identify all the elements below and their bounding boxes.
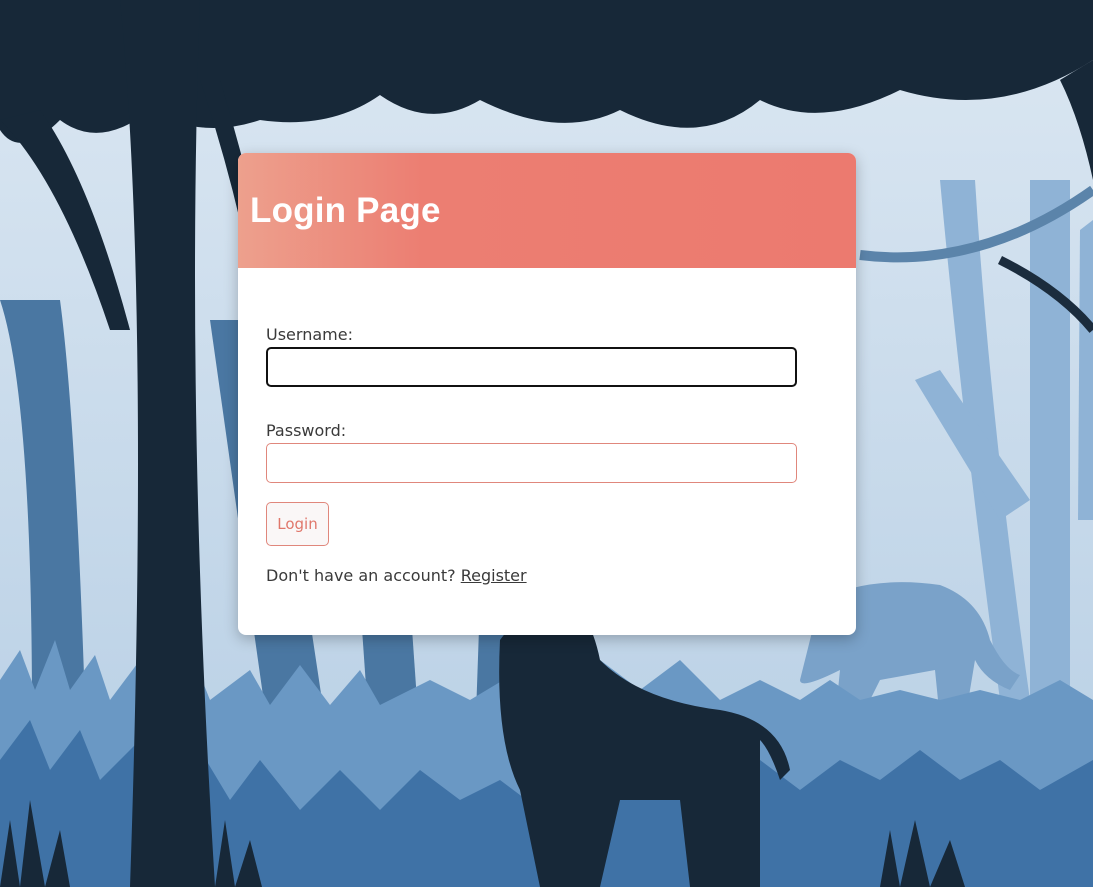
register-prompt-line: Don't have an account? Register xyxy=(266,566,856,585)
username-label: Username: xyxy=(266,325,353,344)
login-card: Login Page Username: Password: Login Don… xyxy=(238,153,856,635)
card-header: Login Page xyxy=(238,153,856,268)
password-input[interactable] xyxy=(266,443,797,483)
register-prompt-text: Don't have an account? xyxy=(266,566,456,585)
register-link[interactable]: Register xyxy=(461,566,527,585)
login-button[interactable]: Login xyxy=(266,502,329,546)
login-form: Username: Password: Login Don't have an … xyxy=(238,268,856,585)
password-label: Password: xyxy=(266,421,347,440)
username-input[interactable] xyxy=(266,347,797,387)
page-title: Login Page xyxy=(250,190,441,230)
